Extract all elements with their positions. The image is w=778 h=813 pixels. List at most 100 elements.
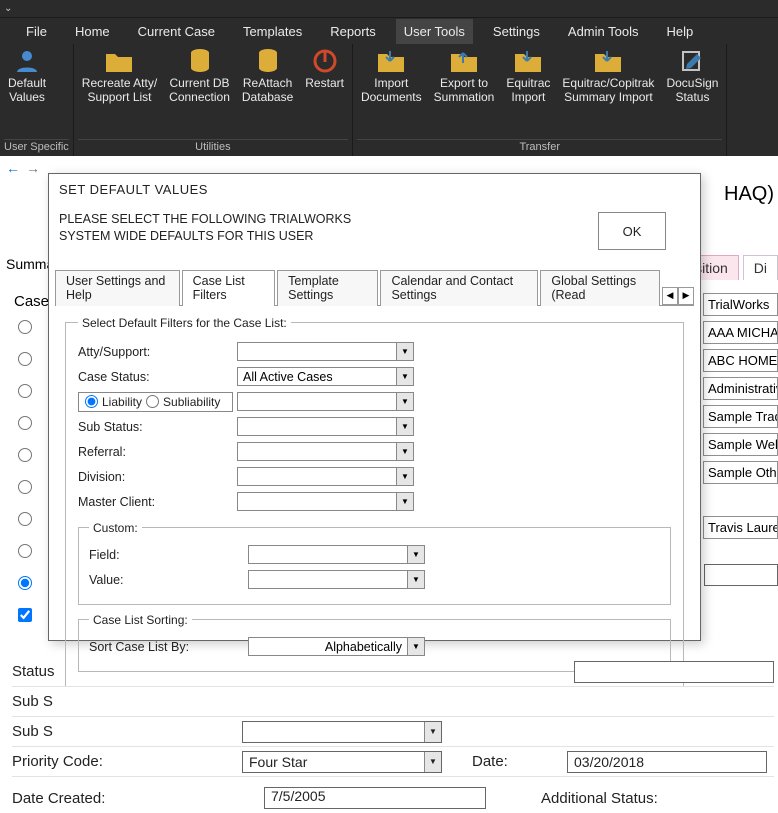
value-dropdown[interactable]: ▼: [248, 570, 425, 589]
import-docs-button[interactable]: ImportDocuments: [355, 44, 428, 105]
side-list-item[interactable]: TrialWorks: [703, 293, 778, 316]
ribbon-group-label: User Specific: [4, 139, 69, 156]
status-field[interactable]: [574, 661, 774, 683]
chevron-down-icon: ▼: [396, 493, 413, 510]
field-label: Field:: [89, 548, 244, 562]
custom-legend: Custom:: [89, 521, 142, 535]
row-radio-9[interactable]: [18, 576, 32, 590]
subliability-radio[interactable]: Subliability: [146, 395, 220, 409]
master-client-label: Master Client:: [78, 495, 233, 509]
custom-fieldset: Custom: Field: ▼ Value: ▼: [78, 521, 671, 605]
chevron-down-icon: ▼: [396, 343, 413, 360]
menu-admin-tools[interactable]: Admin Tools: [560, 19, 647, 44]
chevron-down-icon: ▼: [396, 393, 413, 410]
case-status-dropdown[interactable]: All Active Cases▼: [237, 367, 414, 386]
row-check-10[interactable]: [18, 608, 32, 622]
menu-home[interactable]: Home: [67, 19, 118, 44]
sub-status2-field[interactable]: ▼: [242, 721, 442, 743]
priority-label: Priority Code:: [12, 753, 227, 770]
dialog-tab-1[interactable]: Case List Filters: [182, 270, 276, 306]
priority-dropdown[interactable]: Four Star▼: [242, 751, 442, 773]
atty-support-dropdown[interactable]: ▼: [237, 342, 414, 361]
tab-di[interactable]: Di: [743, 255, 778, 280]
chevron-down-icon: ▼: [407, 638, 424, 655]
row-radio-8[interactable]: [18, 544, 32, 558]
chevron-down-icon: ▼: [424, 722, 441, 742]
dialog-tab-body: Select Default Filters for the Case List…: [55, 305, 694, 707]
docusign-button[interactable]: DocuSignStatus: [660, 44, 724, 105]
row-radio-2[interactable]: [18, 352, 32, 366]
side-list-item[interactable]: Sample Othe: [703, 461, 778, 484]
chevron-down-icon: ▼: [396, 468, 413, 485]
date-created-field[interactable]: 7/5/2005: [264, 787, 486, 809]
tab-scroll-right[interactable]: ▶: [678, 287, 694, 305]
row-radio-6[interactable]: [18, 480, 32, 494]
dialog-tab-0[interactable]: User Settings and Help: [55, 270, 180, 306]
back-arrow-icon[interactable]: ←: [6, 160, 20, 176]
side-list-item[interactable]: AAA MICHAE: [703, 321, 778, 344]
current-db-button[interactable]: Current DBConnection: [163, 44, 236, 105]
ribbon-group-label: Utilities: [78, 139, 348, 156]
row-radio-7[interactable]: [18, 512, 32, 526]
side-list-item[interactable]: ABC HOMEC: [703, 349, 778, 372]
side-list: TrialWorks AAA MICHAE ABC HOMEC Administrat…: [703, 293, 778, 539]
dialog-tab-3[interactable]: Calendar and Contact Settings: [380, 270, 538, 306]
side-list-item[interactable]: Sample Trad: [703, 405, 778, 428]
liability-radio-group: Liability Subliability: [78, 392, 233, 412]
equitrac-summary-button[interactable]: Equitrac/CopitrakSummary Import: [556, 44, 660, 105]
liability-dropdown[interactable]: ▼: [237, 392, 414, 411]
row-radio-1[interactable]: [18, 320, 32, 334]
sort-by-dropdown[interactable]: Alphabetically▼: [248, 637, 425, 656]
row-radio-5[interactable]: [18, 448, 32, 462]
chevron-down-icon: ▼: [396, 418, 413, 435]
menu-file[interactable]: File: [18, 19, 55, 44]
side-list-item[interactable]: Travis Lauren: [703, 516, 778, 539]
referral-dropdown[interactable]: ▼: [237, 442, 414, 461]
row-radio-4[interactable]: [18, 416, 32, 430]
filters-legend: Select Default Filters for the Case List…: [78, 316, 291, 330]
date-field[interactable]: 03/20/2018: [567, 751, 767, 773]
side-list-item[interactable]: Sample Web: [703, 433, 778, 456]
side-input[interactable]: [704, 564, 778, 586]
atty-support-label: Atty/Support:: [78, 345, 233, 359]
ok-button[interactable]: OK: [598, 212, 666, 250]
qat-caret[interactable]: ⌄: [4, 3, 12, 14]
row-radio-3[interactable]: [18, 384, 32, 398]
additional-status-label: Additional Status:: [541, 790, 658, 807]
master-client-dropdown[interactable]: ▼: [237, 492, 414, 511]
field-dropdown[interactable]: ▼: [248, 545, 425, 564]
export-summation-button[interactable]: Export toSummation: [428, 44, 501, 105]
liability-radio[interactable]: Liability: [85, 395, 142, 409]
dialog-tab-2[interactable]: Template Settings: [277, 270, 378, 306]
side-list-item[interactable]: Administrativ: [703, 377, 778, 400]
recreate-atty-button[interactable]: Recreate Atty/Support List: [76, 44, 163, 105]
menu-reports[interactable]: Reports: [322, 19, 384, 44]
forward-arrow-icon[interactable]: →: [26, 160, 40, 176]
sort-by-label: Sort Case List By:: [89, 640, 244, 654]
equitrac-import-button[interactable]: EquitracImport: [500, 44, 556, 105]
menu-current-case[interactable]: Current Case: [130, 19, 223, 44]
tab-scroll-left[interactable]: ◀: [662, 287, 678, 305]
case-label: Case: [14, 293, 49, 310]
date-label: Date:: [442, 753, 537, 770]
ribbon: DefaultValues User Specific Recreate Atty/…: [0, 44, 778, 156]
case-status-label: Case Status:: [78, 370, 233, 384]
restart-button[interactable]: Restart: [299, 44, 350, 91]
sub-status-dropdown[interactable]: ▼: [237, 417, 414, 436]
default-values-button[interactable]: DefaultValues: [2, 44, 52, 105]
dialog-tab-4[interactable]: Global Settings (Read: [540, 270, 660, 306]
sub-status2-label: Sub S: [12, 723, 227, 740]
division-dropdown[interactable]: ▼: [237, 467, 414, 486]
reattach-db-button[interactable]: ReAttachDatabase: [236, 44, 299, 105]
chevron-down-icon: ▼: [396, 368, 413, 385]
menu-templates[interactable]: Templates: [235, 19, 310, 44]
chevron-down-icon: ▼: [407, 546, 424, 563]
sub-status1-label: Sub S: [12, 693, 227, 710]
menu-settings[interactable]: Settings: [485, 19, 548, 44]
menu-help[interactable]: Help: [658, 19, 701, 44]
chevron-down-icon: ▼: [407, 571, 424, 588]
filters-fieldset: Select Default Filters for the Case List…: [65, 316, 684, 687]
menu-user-tools[interactable]: User Tools: [396, 19, 473, 44]
value-label: Value:: [89, 573, 244, 587]
set-default-values-dialog: SET DEFAULT VALUES PLEASE SELECT THE FOL…: [48, 173, 701, 641]
